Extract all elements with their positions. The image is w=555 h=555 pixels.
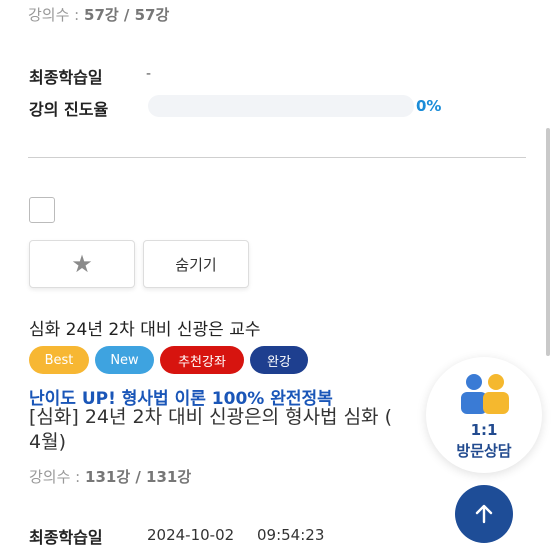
hide-button-label: 숨기기 [175,255,217,274]
lecture-count-label: 강의수 : [28,6,80,24]
progress-percent: 0% [416,97,442,115]
badge-recommended: 추천강좌 [160,346,244,374]
scroll-top-button[interactable] [455,485,513,543]
divider [28,157,526,158]
badge-best: Best [29,346,89,374]
lecture-count-2: 강의수 : 131강 / 131강 [29,466,191,487]
select-checkbox[interactable] [29,197,55,223]
lecture-count-2-value: 131강 / 131강 [85,468,192,486]
last-study-time: 09:54:23 [257,526,325,544]
badge-new: New [95,346,154,374]
favorite-button[interactable]: ★ [29,240,135,288]
scrollbar[interactable] [546,128,550,356]
last-study-date: 2024-10-02 [147,526,235,544]
course-name-line2[interactable]: 4월) [29,429,66,455]
hide-button[interactable]: 숨기기 [143,240,249,288]
consult-line2: 방문상담 [456,442,512,460]
consult-line1: 1:1 [470,421,498,439]
lecture-count: 강의수 : 57강 / 57강 [28,4,169,25]
badge-completed: 완강 [250,346,308,374]
visit-consult-button[interactable]: 1:1 방문상담 [426,357,542,473]
course-subtitle: 심화 24년 2차 대비 신광은 교수 [29,320,261,340]
progress-label: 강의 진도율 [29,100,109,119]
people-icon [457,371,513,417]
last-study-label: 최종학습일 [29,68,103,87]
arrow-up-icon [475,504,493,524]
lecture-count-2-label: 강의수 : [29,468,81,486]
star-icon: ★ [71,250,93,278]
course-name-line1[interactable]: [심화] 24년 2차 대비 신광은의 형사법 심화 ( [29,404,392,430]
lecture-count-value: 57강 / 57강 [84,6,170,24]
last-study-label-2: 최종학습일 [29,528,103,547]
last-study-value: - [146,66,152,82]
progress-bar [148,95,414,117]
